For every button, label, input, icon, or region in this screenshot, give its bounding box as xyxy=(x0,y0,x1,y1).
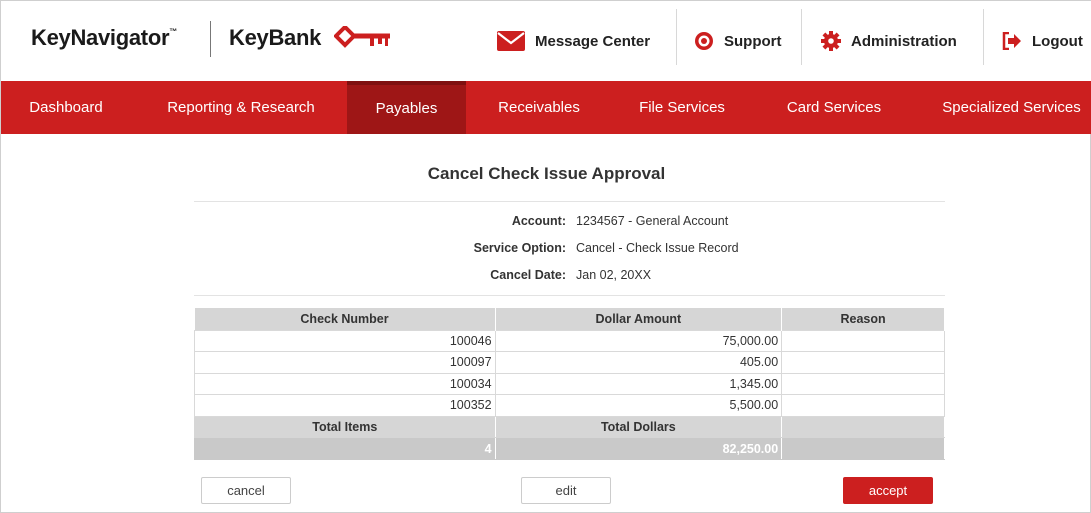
reason-cell xyxy=(781,394,945,417)
account-row: Account: 1234567 - General Account xyxy=(301,214,901,234)
envelope-icon xyxy=(497,31,525,51)
check-number-cell: 100097 xyxy=(194,351,496,374)
service-option-label: Service Option: xyxy=(473,241,566,255)
logout-link[interactable]: Logout xyxy=(1002,1,1083,81)
total-items-label: Total Items xyxy=(194,415,496,438)
table-row: 100034 1,345.00 xyxy=(194,372,945,395)
checks-table: Check Number Dollar Amount Reason 100046… xyxy=(194,308,945,460)
table-row: 100097 405.00 xyxy=(194,351,945,374)
dollar-amount-cell: 75,000.00 xyxy=(494,329,783,352)
brand-divider xyxy=(210,21,211,57)
total-dollars-value: 82,250.00 xyxy=(494,437,783,460)
column-header-check-number[interactable]: Check Number xyxy=(194,308,496,330)
total-items-value: 4 xyxy=(194,437,496,460)
table-row: 100352 5,500.00 xyxy=(194,394,945,417)
app-window: KeyNavigator™ KeyBank Message Center Sup… xyxy=(0,0,1091,513)
cancel-date-row: Cancel Date: Jan 02, 20XX xyxy=(301,268,901,288)
nav-item-specialized-services[interactable]: Specialized Services xyxy=(931,81,1091,134)
reason-cell xyxy=(781,372,945,395)
total-dollars-label: Total Dollars xyxy=(494,415,783,438)
nav-item-dashboard[interactable]: Dashboard xyxy=(11,81,121,134)
brand-secondary-text: KeyBank xyxy=(229,25,322,50)
table-row: 100046 75,000.00 xyxy=(194,329,945,352)
main-nav: Dashboard Reporting & Research Payables … xyxy=(1,81,1091,134)
nav-item-card-services[interactable]: Card Services xyxy=(771,81,897,134)
gear-icon xyxy=(821,31,841,51)
keybank-logo[interactable]: KeyBank xyxy=(229,25,321,51)
page-title: Cancel Check Issue Approval xyxy=(427,164,666,183)
logout-icon xyxy=(1002,32,1021,50)
check-number-cell: 100352 xyxy=(194,394,496,417)
dollar-amount-cell: 5,500.00 xyxy=(494,394,783,417)
column-header-reason[interactable]: Reason xyxy=(781,308,945,330)
account-value: 1234567 - General Account xyxy=(576,214,729,228)
reason-cell xyxy=(781,351,945,374)
administration-label: Administration xyxy=(851,32,957,50)
cancel-button[interactable]: cancel xyxy=(201,477,291,504)
service-option-value: Cancel - Check Issue Record xyxy=(576,241,739,255)
totals-values-row: 4 82,250.00 xyxy=(194,437,945,460)
nav-item-payables[interactable]: Payables xyxy=(347,81,466,134)
nav-item-receivables[interactable]: Receivables xyxy=(483,81,595,134)
lifebuoy-icon xyxy=(695,32,713,50)
cancel-date-value: Jan 02, 20XX xyxy=(576,268,652,282)
totals-empty-cell xyxy=(781,415,945,438)
administration-link[interactable]: Administration xyxy=(821,1,957,81)
check-number-cell: 100034 xyxy=(194,372,496,395)
message-center-link[interactable]: Message Center xyxy=(497,1,650,81)
brand-primary-text: KeyNavigator xyxy=(31,25,170,50)
dollar-amount-cell: 405.00 xyxy=(494,351,783,374)
accept-button[interactable]: accept xyxy=(843,477,933,504)
dollar-amount-cell: 1,345.00 xyxy=(494,372,783,395)
table-header-row: Check Number Dollar Amount Reason xyxy=(194,308,945,330)
totals-empty-cell xyxy=(781,437,945,460)
support-link[interactable]: Support xyxy=(694,1,782,81)
column-header-dollar-amount[interactable]: Dollar Amount xyxy=(495,308,783,330)
logout-label: Logout xyxy=(1032,32,1083,50)
message-center-label: Message Center xyxy=(535,32,651,50)
edit-button[interactable]: edit xyxy=(521,477,611,504)
check-number-cell: 100046 xyxy=(194,329,496,352)
divider xyxy=(194,201,945,202)
util-separator xyxy=(801,9,802,65)
service-option-row: Service Option: Cancel - Check Issue Rec… xyxy=(301,241,901,261)
account-label: Account: xyxy=(511,214,566,228)
divider xyxy=(194,295,945,296)
nav-item-reporting-research[interactable]: Reporting & Research xyxy=(151,81,331,134)
reason-cell xyxy=(781,329,945,352)
support-label: Support xyxy=(724,32,782,50)
nav-item-file-services[interactable]: File Services xyxy=(623,81,741,134)
util-separator xyxy=(676,9,677,65)
top-header: KeyNavigator™ KeyBank Message Center Sup… xyxy=(1,1,1091,81)
cancel-date-label: Cancel Date: xyxy=(490,268,566,282)
key-icon xyxy=(334,26,390,48)
totals-header-row: Total Items Total Dollars xyxy=(194,415,945,438)
keynavigator-logo[interactable]: KeyNavigator™ xyxy=(31,25,177,51)
trademark-mark: ™ xyxy=(169,27,177,36)
util-separator xyxy=(983,9,984,65)
